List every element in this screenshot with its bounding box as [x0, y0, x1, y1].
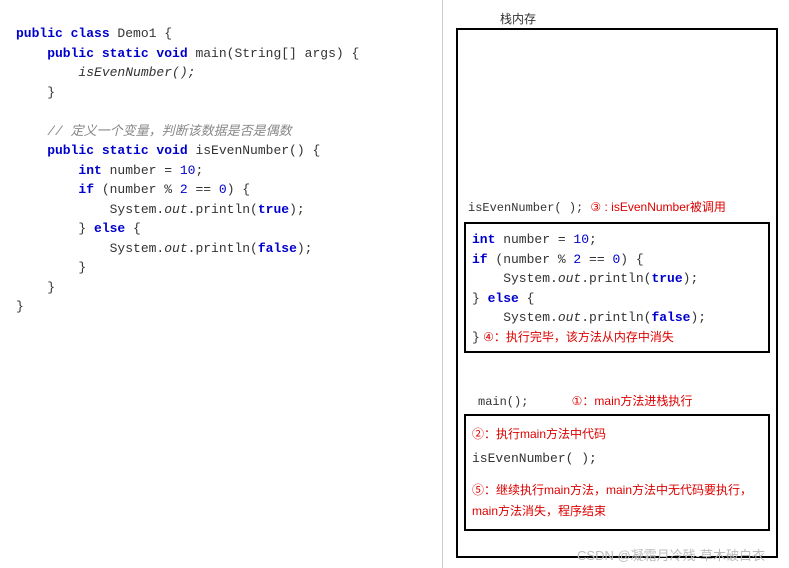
brace: }: [472, 330, 480, 345]
divider: [442, 0, 443, 568]
note-4: ④：执行完毕，该方法从内存中消失: [480, 330, 674, 344]
code-text: );: [297, 241, 313, 256]
call-code: isEvenNumber( );: [472, 448, 762, 470]
stack-frame-isEvenNumber: int number = 10; if (number % 2 == 0) { …: [464, 222, 770, 353]
stack-memory-box: isEvenNumber( ); ③ : isEvenNumber被调用 int…: [456, 28, 778, 558]
keyword: if: [16, 182, 102, 197]
code-text: System.: [16, 241, 164, 256]
code-text: System.: [472, 271, 558, 286]
code-text: number =: [102, 163, 180, 178]
keyword: public static void: [16, 46, 188, 61]
main-call-line: main(); ①：main方法进栈执行: [478, 392, 768, 409]
keyword: if: [472, 252, 495, 267]
code-text: }: [472, 291, 488, 306]
field: out: [164, 241, 187, 256]
code-text: .println(: [188, 241, 258, 256]
code-text: System.: [16, 202, 164, 217]
semi: ;: [589, 232, 597, 247]
keyword: false: [651, 310, 690, 325]
number: 10: [180, 163, 196, 178]
brace: }: [16, 85, 55, 100]
call: isEvenNumber();: [16, 65, 195, 80]
brace: }: [16, 299, 24, 314]
keyword: false: [258, 241, 297, 256]
watermark: CSDN @凝霜月冷残-草木破白衣: [577, 545, 765, 564]
keyword: int: [472, 232, 495, 247]
field: out: [558, 310, 581, 325]
code-text: }: [16, 221, 94, 236]
code-text: number =: [495, 232, 573, 247]
semi: ;: [195, 163, 203, 178]
method-sig: main(String[] args) {: [188, 46, 360, 61]
method-sig: isEvenNumber() {: [188, 143, 321, 158]
code-text: System.: [472, 310, 558, 325]
note-5: ⑤：继续执行main方法，main方法中无代码要执行，main方法消失，程序结束: [472, 480, 762, 521]
keyword: true: [258, 202, 289, 217]
code-text: ) {: [227, 182, 250, 197]
class-name: Demo1 {: [110, 26, 172, 41]
keyword: public static void: [16, 143, 188, 158]
keyword: else: [488, 291, 519, 306]
code-text: );: [289, 202, 305, 217]
code-text: );: [683, 271, 699, 286]
comment: // 定义一个变量，判断该数据是否是偶数: [16, 124, 292, 139]
number: 0: [219, 182, 227, 197]
code-text: .println(: [188, 202, 258, 217]
code-text: ==: [188, 182, 219, 197]
code-text: {: [519, 291, 535, 306]
code-text: .println(: [581, 271, 651, 286]
field: out: [558, 271, 581, 286]
code-text: (number %: [495, 252, 573, 267]
code-text: .println(: [581, 310, 651, 325]
number: 2: [180, 182, 188, 197]
call-line: isEvenNumber( ); ③ : isEvenNumber被调用: [468, 198, 768, 215]
stack-title: 栈内存: [500, 10, 536, 27]
brace: }: [16, 280, 55, 295]
note-1: ①：main方法进栈执行: [572, 394, 693, 408]
keyword: true: [651, 271, 682, 286]
main-label: main();: [478, 395, 528, 409]
number: 10: [573, 232, 589, 247]
code-text: {: [125, 221, 141, 236]
brace: }: [16, 260, 86, 275]
keyword: else: [94, 221, 125, 236]
code-text: ) {: [620, 252, 643, 267]
code-text: (number %: [102, 182, 180, 197]
stack-frame-main: ②：执行main方法中代码 isEvenNumber( ); ⑤：继续执行mai…: [464, 414, 770, 531]
keyword: public class: [16, 26, 110, 41]
code-text: );: [690, 310, 706, 325]
field: out: [164, 202, 187, 217]
note-3: ③ : isEvenNumber被调用: [590, 200, 725, 214]
keyword: int: [16, 163, 102, 178]
note-2: ②：执行main方法中代码: [472, 424, 762, 444]
source-code-panel: public class Demo1 { public static void …: [0, 24, 440, 317]
code-text: ==: [581, 252, 612, 267]
call-code: isEvenNumber( );: [468, 201, 583, 215]
